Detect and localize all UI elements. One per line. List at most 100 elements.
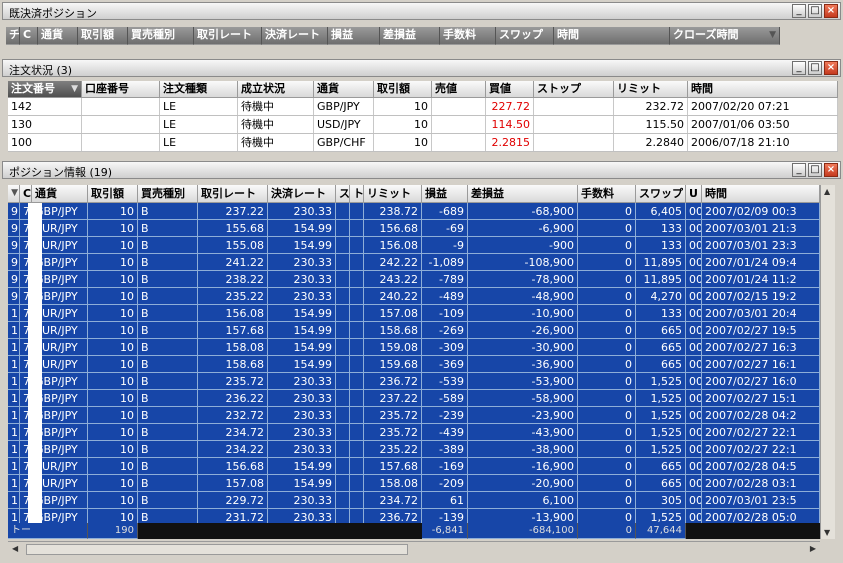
table-row[interactable]: 1 7 EUR/JPY 10 B 157.08 154.99 158.08 -209 -20,90…: [8, 475, 820, 492]
column-header[interactable]: C: [20, 27, 38, 45]
maximize-button[interactable]: □: [808, 61, 822, 75]
column-header[interactable]: 損益: [328, 27, 380, 45]
column-header[interactable]: 決済レート: [268, 185, 336, 203]
minimize-button[interactable]: _: [792, 163, 806, 177]
table-row[interactable]: 1 7 EUR/JPY 10 B 158.68 154.99 159.68 -369 -36,90…: [8, 356, 820, 373]
order-cell-time: 2007/02/20 07:21: [688, 98, 838, 115]
column-header[interactable]: U: [686, 185, 702, 203]
column-header[interactable]: 買売種別: [128, 27, 194, 45]
positions-horizontal-scrollbar[interactable]: ◀ ▶: [8, 541, 820, 556]
horizontal-scroll-thumb[interactable]: [26, 544, 408, 555]
column-header[interactable]: 取引額: [88, 185, 138, 203]
column-header[interactable]: 取引額: [78, 27, 128, 45]
column-header[interactable]: 通貨: [38, 27, 78, 45]
column-header[interactable]: 決済レート: [262, 27, 328, 45]
positions-vertical-scrollbar[interactable]: ▲ ▼: [820, 185, 835, 539]
scroll-left-icon[interactable]: ◀: [12, 544, 18, 553]
position-cell-limit: 240.22: [364, 288, 422, 305]
column-header[interactable]: 売値: [432, 81, 486, 98]
table-row[interactable]: 1 7 GBP/JPY 10 B 229.72 230.33 234.72 61 6,100 0 30…: [8, 492, 820, 509]
column-header[interactable]: 買売種別: [138, 185, 198, 203]
column-header[interactable]: ▼: [8, 185, 20, 203]
position-cell-pl: 61: [422, 492, 468, 509]
position-cell-limit: 156.08: [364, 237, 422, 254]
total-label: トー: [8, 523, 88, 539]
position-cell-time: 2007/01/24 11:2: [702, 271, 820, 288]
table-row[interactable]: 1 7 GBP/JPY 10 B 236.22 230.33 237.22 -589 -58,90…: [8, 390, 820, 407]
column-header[interactable]: 手数料: [440, 27, 496, 45]
maximize-button[interactable]: □: [808, 4, 822, 18]
column-header[interactable]: C: [20, 185, 32, 203]
table-row[interactable]: 130 LE 待機中 USD/JPY 10 114.50 115.50 2007/01/06 …: [8, 116, 838, 134]
table-row[interactable]: 1 7 GBP/JPY 10 B 232.72 230.33 235.72 -239 -23,90…: [8, 407, 820, 424]
position-cell-bs: B: [138, 305, 198, 322]
column-header[interactable]: ト: [350, 185, 364, 203]
position-cell-empty: [350, 356, 364, 373]
table-row[interactable]: 9 7 EUR/JPY 10 B 155.08 154.99 156.08 -9 -900 0 133…: [8, 237, 820, 254]
scroll-down-icon[interactable]: ▼: [824, 528, 830, 537]
column-header[interactable]: 成立状況: [238, 81, 314, 98]
column-header[interactable]: 通貨: [32, 185, 88, 203]
minimize-button[interactable]: _: [792, 4, 806, 18]
column-header[interactable]: 口座番号: [82, 81, 160, 98]
table-row[interactable]: 1 7 EUR/JPY 10 B 158.08 154.99 159.08 -309 -30,90…: [8, 339, 820, 356]
total-amount: 190: [88, 523, 138, 539]
column-header[interactable]: 注文番号 ▼: [8, 81, 82, 98]
column-header[interactable]: 差損益: [380, 27, 440, 45]
table-row[interactable]: 1 7 GBP/JPY 10 B 235.72 230.33 236.72 -539 -53,90…: [8, 373, 820, 390]
table-row[interactable]: 1 7 GBP/JPY 10 B 234.22 230.33 235.22 -389 -38,90…: [8, 441, 820, 458]
close-button[interactable]: ×: [824, 61, 838, 75]
table-row[interactable]: 1 7 EUR/JPY 10 B 156.68 154.99 157.68 -169 -16,90…: [8, 458, 820, 475]
close-button[interactable]: ×: [824, 163, 838, 177]
column-header[interactable]: 取引額: [374, 81, 432, 98]
column-header[interactable]: 時間: [688, 81, 838, 98]
scroll-right-icon[interactable]: ▶: [810, 544, 816, 553]
table-row[interactable]: 1 7 GBP/JPY 10 B 231.72 230.33 236.72 -139 -13,90…: [8, 509, 820, 523]
position-cell-amt: 10: [88, 492, 138, 509]
column-header[interactable]: ストップ: [534, 81, 614, 98]
column-header[interactable]: チ: [6, 27, 20, 45]
position-cell-fee: 0: [578, 288, 636, 305]
minimize-button[interactable]: _: [792, 61, 806, 75]
column-header[interactable]: 取引レート: [198, 185, 268, 203]
close-button[interactable]: ×: [824, 4, 838, 18]
table-row[interactable]: 1 7 GBP/JPY 10 B 234.72 230.33 235.72 -439 -43,90…: [8, 424, 820, 441]
table-row[interactable]: 1 7 EUR/JPY 10 B 157.68 154.99 158.68 -269 -26,90…: [8, 322, 820, 339]
positions-titlebar[interactable]: ポジション情報 (19) _ □ ×: [2, 161, 841, 179]
position-cell-limit: 236.72: [364, 373, 422, 390]
column-header[interactable]: スワップ: [636, 185, 686, 203]
column-header[interactable]: 損益: [422, 185, 468, 203]
column-header[interactable]: 注文種類: [160, 81, 238, 98]
settled-positions-panel: 既決済ポジション _ □ × チ C 通貨 取引額 買売種別 取引レート 決済レート 損益 差損…: [0, 0, 843, 58]
settled-positions-titlebar[interactable]: 既決済ポジション _ □ ×: [2, 2, 841, 20]
order-cell-pair: USD/JPY: [314, 116, 374, 133]
column-header[interactable]: クローズ時間 ▼: [670, 27, 780, 45]
position-cell-pl: -269: [422, 322, 468, 339]
column-header[interactable]: 手数料: [578, 185, 636, 203]
table-row[interactable]: 9 7 GBP/JPY 10 B 235.22 230.33 240.22 -489 -48,90…: [8, 288, 820, 305]
position-cell-fee: 0: [578, 356, 636, 373]
table-row[interactable]: 9 7 GBP/JPY 10 B 237.22 230.33 238.72 -689 -68,90…: [8, 203, 820, 220]
column-header[interactable]: ス: [336, 185, 350, 203]
table-row[interactable]: 9 7 EUR/JPY 10 B 155.68 154.99 156.68 -69 -6,900 0…: [8, 220, 820, 237]
table-row[interactable]: 100 LE 待機中 GBP/CHF 10 2.2815 2.2840 2006/07/18 …: [8, 134, 838, 152]
table-row[interactable]: 9 7 GBP/JPY 10 B 238.22 230.33 243.22 -789 -78,90…: [8, 271, 820, 288]
table-row[interactable]: 1 7 EUR/JPY 10 B 156.08 154.99 157.08 -109 -10,90…: [8, 305, 820, 322]
orders-titlebar[interactable]: 注文状況 (3) _ □ ×: [2, 59, 841, 77]
column-header[interactable]: 通貨: [314, 81, 374, 98]
position-cell-empty: [336, 492, 350, 509]
column-header[interactable]: 差損益: [468, 185, 578, 203]
column-header[interactable]: 時間: [554, 27, 670, 45]
column-header[interactable]: リミット: [614, 81, 688, 98]
column-header[interactable]: リミット: [364, 185, 422, 203]
column-header[interactable]: 時間: [702, 185, 820, 203]
column-header[interactable]: スワップ: [496, 27, 554, 45]
position-cell-pl: -209: [422, 475, 468, 492]
maximize-button[interactable]: □: [808, 163, 822, 177]
table-row[interactable]: 142 LE 待機中 GBP/JPY 10 227.72 232.72 2007/02/20 …: [8, 98, 838, 116]
scroll-up-icon[interactable]: ▲: [824, 187, 830, 196]
column-header[interactable]: 買値: [486, 81, 534, 98]
column-header[interactable]: 取引レート: [194, 27, 262, 45]
position-cell-pl: -169: [422, 458, 468, 475]
table-row[interactable]: 9 7 GBP/JPY 10 B 241.22 230.33 242.22 -1,089 -108…: [8, 254, 820, 271]
